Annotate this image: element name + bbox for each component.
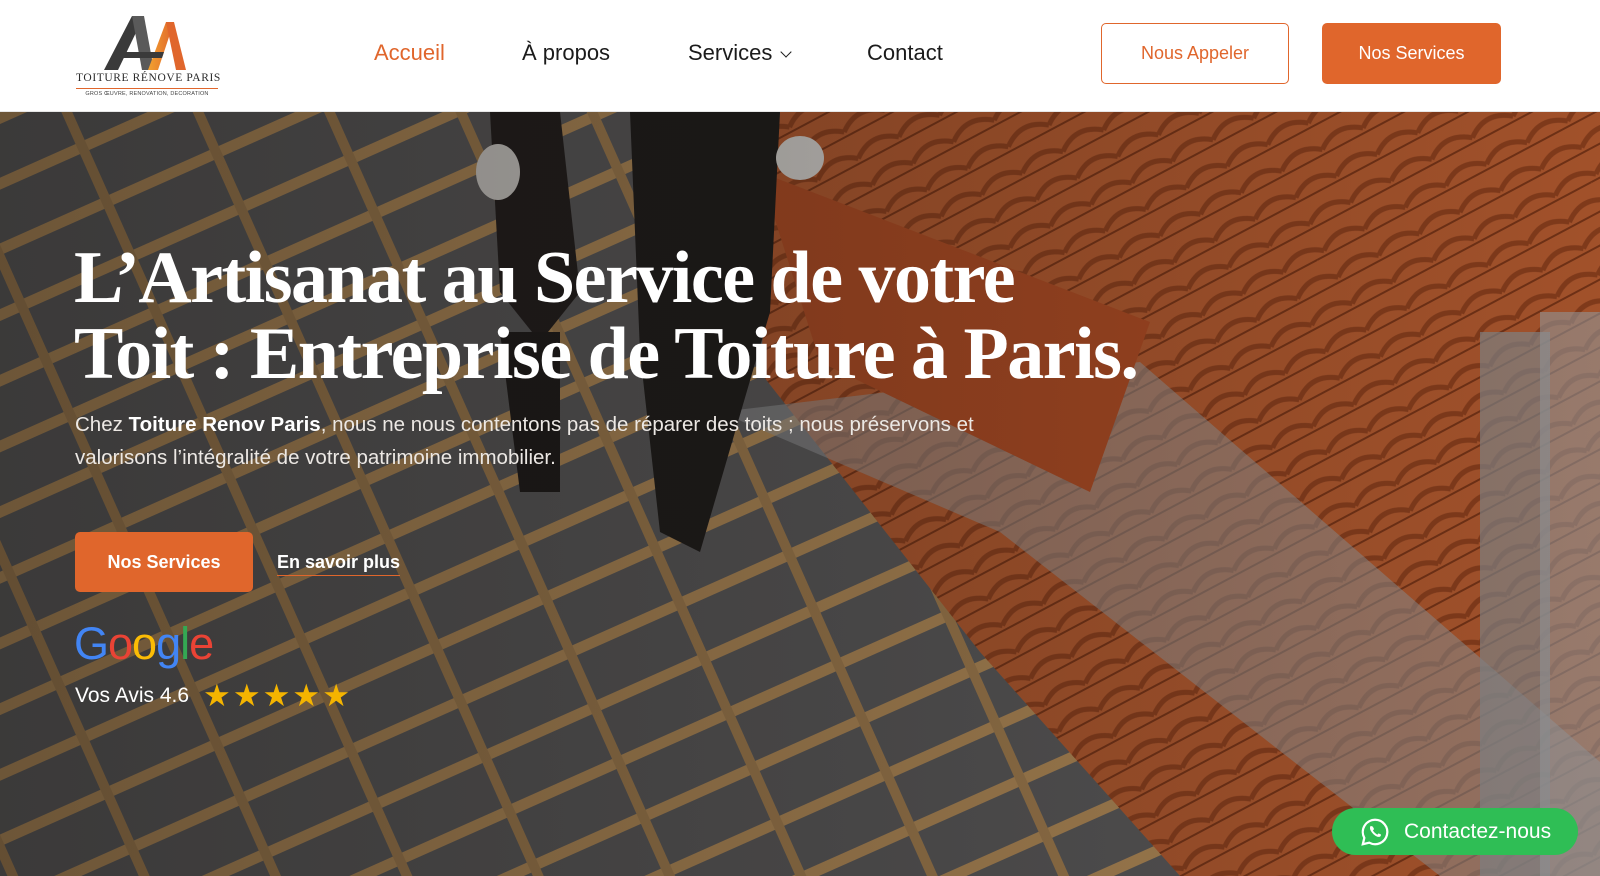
learn-more-link[interactable]: En savoir plus xyxy=(277,552,401,576)
logo-tagline: GROS ŒUVRE, RENOVATION, DECORATION xyxy=(85,91,209,97)
hero-overlay xyxy=(0,112,1600,876)
star-icon: ★ xyxy=(322,678,351,713)
hero-description: Chez Toiture Renov Paris, nous ne nous c… xyxy=(75,408,1055,474)
whatsapp-icon xyxy=(1361,818,1389,846)
hero-title-line-1: L’Artisanat au Service de votre xyxy=(74,237,1016,319)
logo-name: TOITURE RÉNOVE PARIS xyxy=(76,72,221,84)
hero-desc-brand: Toiture Renov Paris xyxy=(128,413,321,436)
google-logo: Google xyxy=(74,618,214,669)
review-label: Vos Avis 4.6 xyxy=(75,683,190,707)
star-icon: ★ xyxy=(232,678,261,713)
nav-item-services[interactable]: Services xyxy=(688,40,793,66)
hero-services-button[interactable]: Nos Services xyxy=(75,532,253,592)
nav-item-accueil[interactable]: Accueil xyxy=(374,40,445,66)
review-rating: Vos Avis 4.6 ★ ★ ★ ★ ★ xyxy=(75,680,352,711)
nav-item-services-label: Services xyxy=(688,40,773,65)
star-icon: ★ xyxy=(203,678,231,713)
hero-title-line-2: Toit : Entreprise de Toiture à Paris. xyxy=(74,313,1139,395)
star-icon: ★ xyxy=(262,678,291,713)
hero-title: L’Artisanat au Service de votre Toit : E… xyxy=(74,237,1139,395)
whatsapp-label: Contactez-nous xyxy=(1404,819,1552,843)
call-button[interactable]: Nous Appeler xyxy=(1101,23,1289,84)
logo-divider xyxy=(76,88,218,89)
logo-mark-icon xyxy=(104,16,186,70)
hero-section: L’Artisanat au Service de votre Toit : E… xyxy=(0,112,1600,876)
nav-item-contact[interactable]: Contact xyxy=(867,40,943,66)
whatsapp-contact-button[interactable]: Contactez-nous xyxy=(1332,808,1578,855)
nav-item-a-propos[interactable]: À propos xyxy=(522,40,610,66)
star-icon: ★ xyxy=(292,678,321,713)
site-logo[interactable]: TOITURE RÉNOVE PARIS GROS ŒUVRE, RENOVAT… xyxy=(76,12,221,100)
chevron-down-icon xyxy=(780,46,793,58)
header-services-button[interactable]: Nos Services xyxy=(1322,23,1501,84)
hero-desc-prefix: Chez xyxy=(75,413,129,436)
star-rating: ★ ★ ★ ★ ★ xyxy=(203,680,352,711)
site-header: TOITURE RÉNOVE PARIS GROS ŒUVRE, RENOVAT… xyxy=(0,0,1600,112)
